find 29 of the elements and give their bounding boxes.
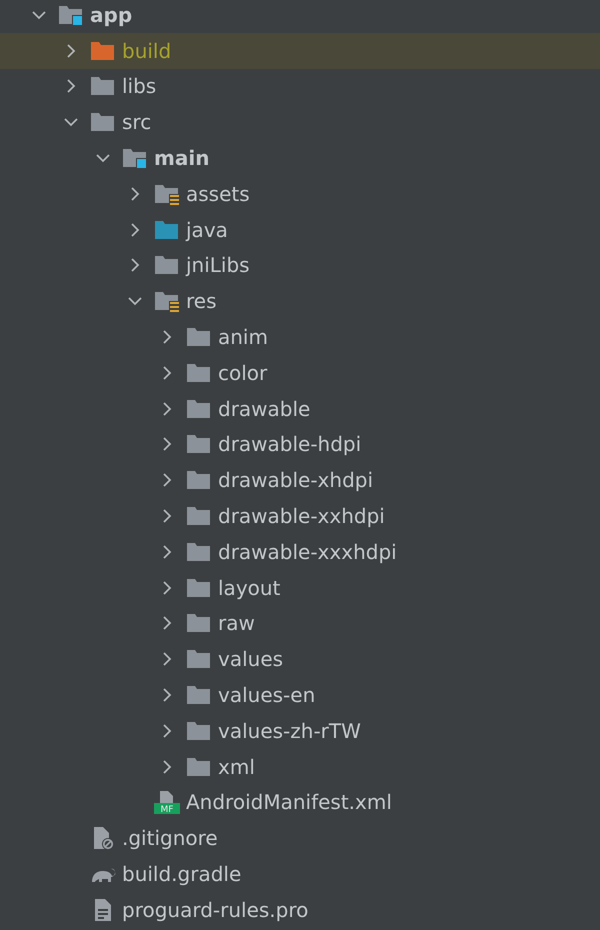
tree-item-label[interactable]: java [186, 218, 228, 242]
tree-item-label[interactable]: raw [218, 611, 255, 636]
tree-item-label[interactable]: drawable-hdpi [218, 432, 362, 456]
tree-item-label[interactable]: drawable-xhdpi [218, 468, 374, 492]
tree-item-label[interactable]: build.gradle [122, 862, 242, 886]
selected-tree-row[interactable]: build [0, 32, 600, 69]
tree-item-label[interactable]: anim [218, 325, 268, 350]
tree-item-label[interactable]: xml [218, 754, 255, 779]
tree-item-label[interactable]: assets [186, 182, 250, 206]
tree-item-label[interactable]: color [218, 360, 268, 385]
tree-item-label[interactable]: jniLibs [186, 253, 250, 278]
tree-item-label[interactable]: drawable [218, 396, 310, 421]
tree-item-label[interactable]: values-zh-rTW [218, 718, 361, 743]
tree-item-label[interactable]: drawable-xxxhdpi [218, 540, 397, 564]
tree-item-label[interactable]: AndroidManifest.xml [186, 790, 392, 814]
resource-folder-icon [154, 289, 180, 314]
tree-item-label[interactable]: libs [122, 74, 156, 98]
tree-item-label[interactable]: build [122, 38, 172, 63]
tree-item-label[interactable]: main [154, 146, 210, 170]
tree-item-label[interactable]: layout [218, 576, 280, 600]
module-folder-icon [122, 146, 148, 170]
tree-item-label[interactable]: src [122, 110, 152, 134]
tree-item-label[interactable]: values-en [218, 683, 316, 708]
tree-item-label[interactable]: res [186, 289, 217, 314]
tree-item-label[interactable]: .gitignore [122, 826, 218, 850]
tree-item-label[interactable]: drawable-xxhdpi [218, 504, 385, 528]
tree-item-label[interactable]: proguard-rules.pro [122, 898, 308, 922]
tree-item-label[interactable]: app [90, 2, 132, 27]
tree-item-label[interactable]: values [218, 647, 284, 672]
